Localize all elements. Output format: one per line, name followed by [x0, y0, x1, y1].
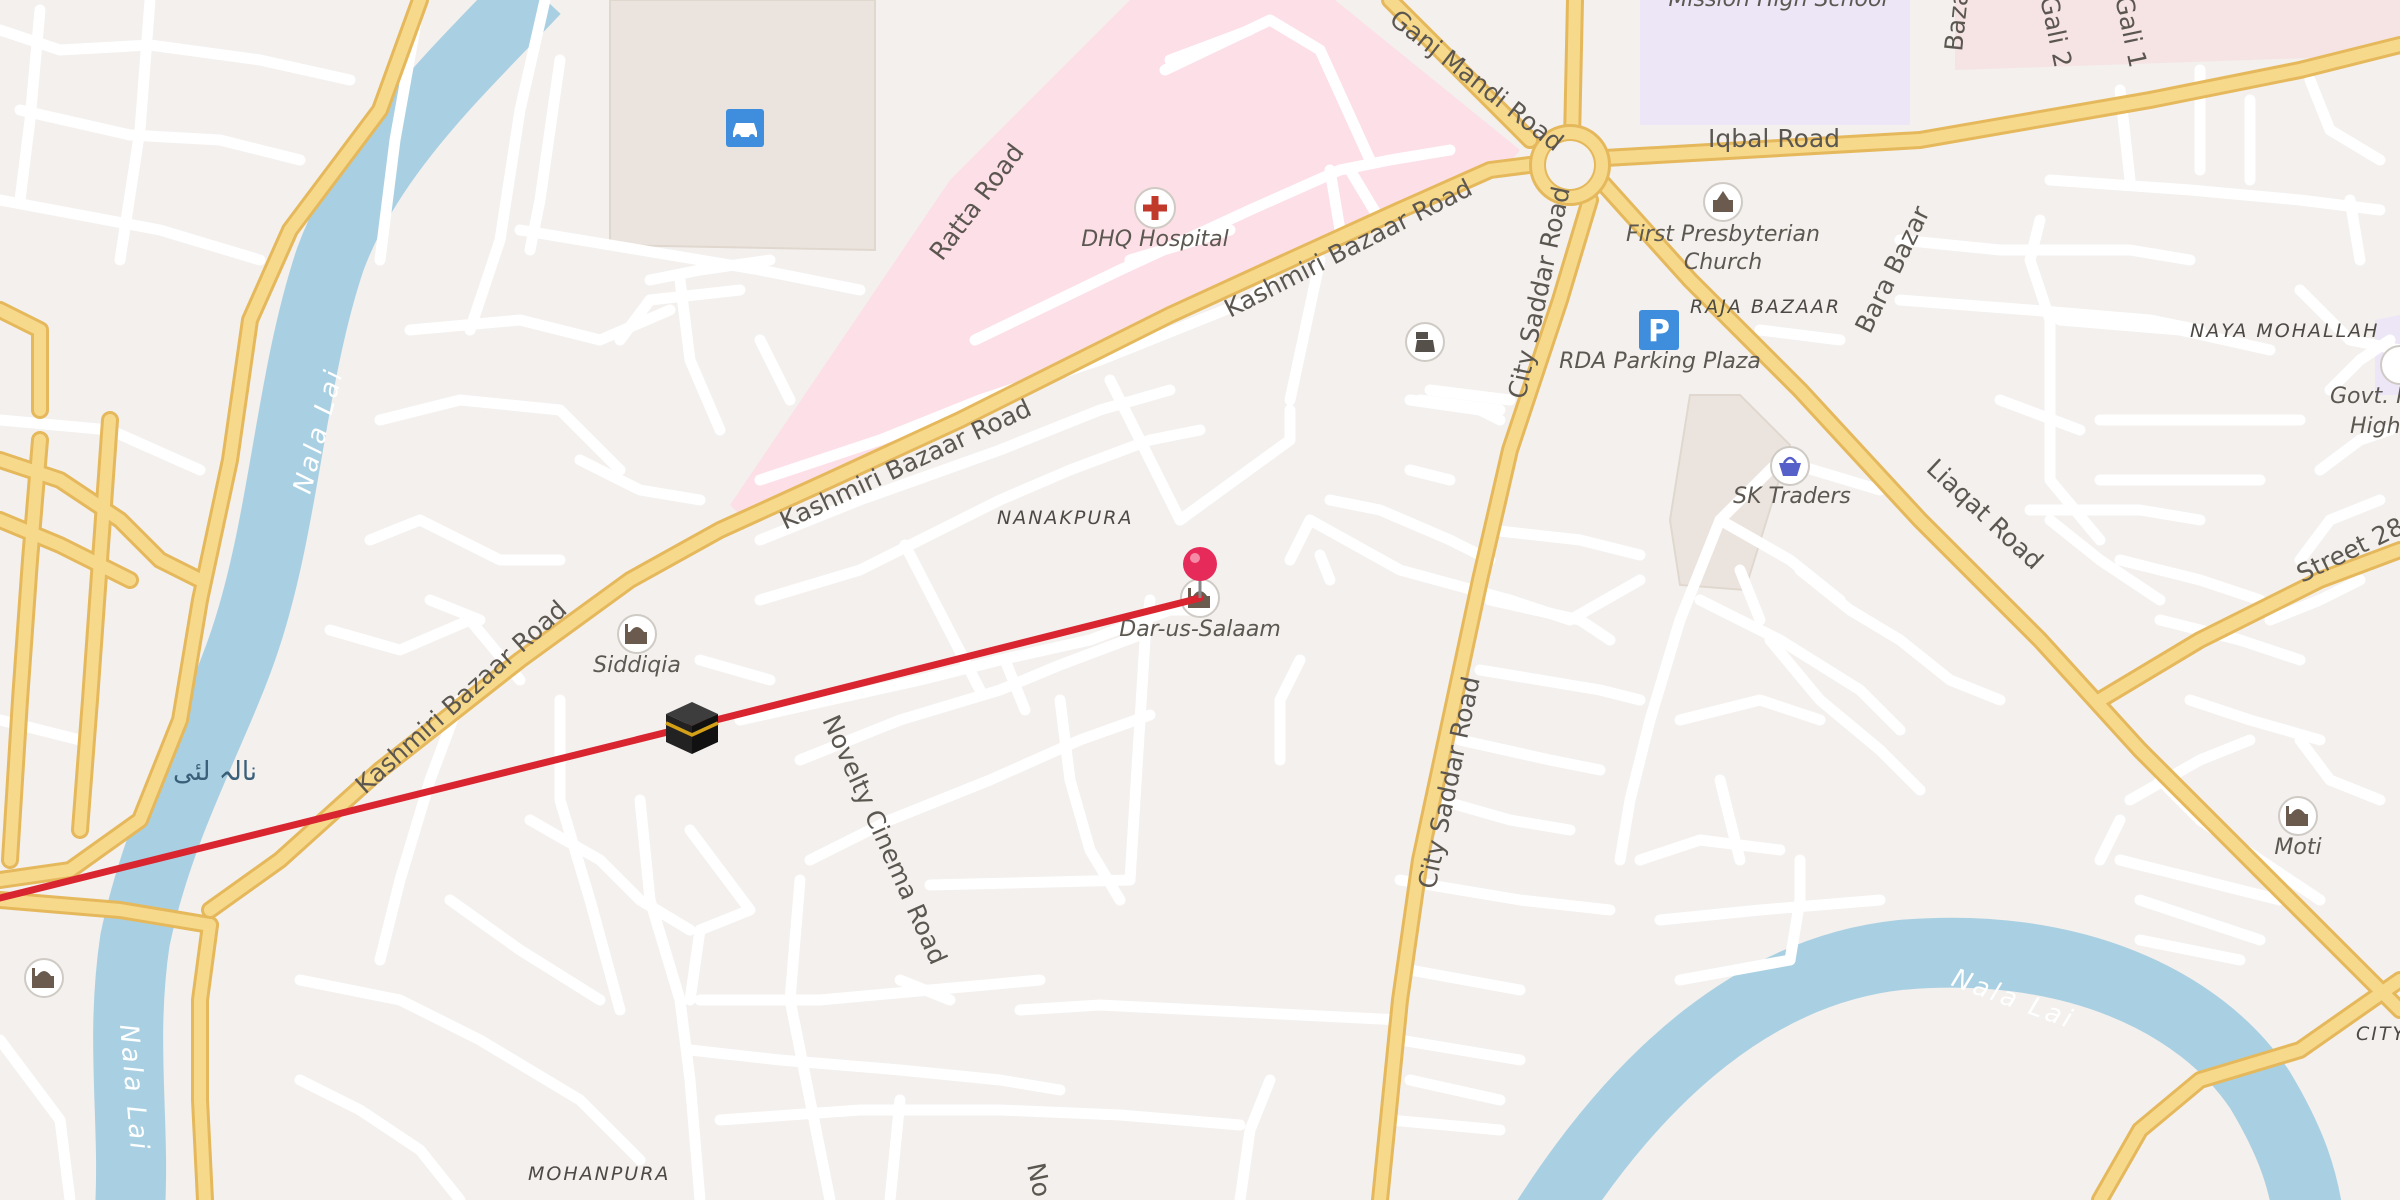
- poi-label-first-presbyterian-2: Church: [1684, 250, 1762, 275]
- poi-label-dhq-hospital: DHQ Hospital: [1081, 227, 1229, 252]
- hospital-cross-icon[interactable]: [1134, 187, 1176, 229]
- shopping-basket-icon[interactable]: [1770, 446, 1810, 486]
- church-icon[interactable]: [1703, 182, 1743, 222]
- mosque-icon-siddiqia[interactable]: [617, 614, 657, 654]
- parking-icon[interactable]: P: [1639, 310, 1679, 350]
- poi-label-dar-us-salaam: Dar-us-Salaam: [1119, 617, 1281, 642]
- area-label-mohanpura: MOHANPURA: [528, 1163, 670, 1185]
- poi-label-govt-1: Govt. M: [2330, 384, 2400, 409]
- mosque-icon-moti[interactable]: [2278, 796, 2318, 836]
- area-label-raja-bazaar: RAJA BAZAAR: [1690, 296, 1841, 318]
- map-canvas[interactable]: Iqbal Road Ganj Mandi Road Ratta Road Ka…: [0, 0, 2400, 1200]
- poi-label-rda-parking-plaza: RDA Parking Plaza: [1559, 349, 1761, 374]
- poi-label-sk-traders: SK Traders: [1733, 484, 1851, 509]
- poi-label-siddiqia: Siddiqia: [593, 653, 681, 678]
- poi-label-govt-2: High: [2350, 414, 2400, 439]
- road-label-iqbal-road: Iqbal Road: [1708, 124, 1840, 153]
- mosque-icon-west[interactable]: [24, 958, 64, 998]
- area-label-city-edge: CITY: [2356, 1023, 2400, 1045]
- school-area: [1640, 0, 1910, 125]
- poi-label-moti: Moti: [2274, 835, 2321, 860]
- parking-glyph: P: [1648, 314, 1670, 349]
- car-icon[interactable]: [726, 109, 764, 147]
- poi-label-mission-high-school: Mission High School: [1668, 0, 1887, 12]
- area-label-urdu: نالہ لئی: [173, 757, 257, 787]
- area-label-nanakpura: NANAKPURA: [997, 507, 1133, 529]
- poi-label-first-presbyterian-1: First Presbyterian: [1626, 222, 1820, 247]
- police-icon[interactable]: [1405, 322, 1445, 362]
- area-label-naya-mohallah: NAYA MOHALLAH: [2190, 320, 2379, 342]
